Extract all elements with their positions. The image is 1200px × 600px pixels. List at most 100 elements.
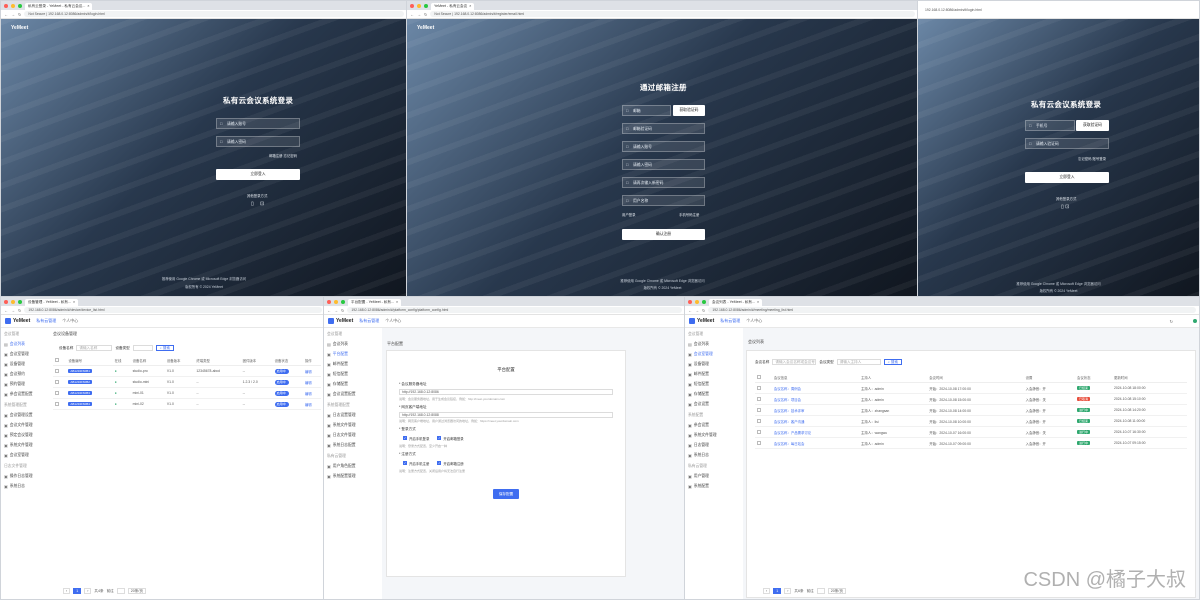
dingtalk-login-icon[interactable]: ⊡ bbox=[260, 201, 264, 207]
meeting-name-link[interactable]: 会议名称：技术评审 bbox=[771, 404, 860, 416]
sidebar-item[interactable]: ▣ 系统文件管理 bbox=[685, 430, 741, 440]
display-name-input[interactable]: 用户名称 bbox=[622, 195, 705, 206]
close-icon[interactable]: × bbox=[469, 3, 471, 10]
meeting-name-link[interactable]: 会议名称：客户沟通 bbox=[771, 415, 860, 427]
edit-link[interactable]: 编辑 bbox=[302, 398, 321, 410]
close-icon[interactable]: × bbox=[396, 299, 398, 306]
login-button[interactable]: 立即登入 bbox=[216, 169, 300, 180]
reload-icon[interactable]: ↻ bbox=[424, 12, 427, 17]
nav-private-cloud[interactable]: 私有云管理 bbox=[359, 318, 379, 324]
sidebar-item[interactable]: ▣ 系统配置 bbox=[685, 481, 741, 491]
browser-tab[interactable]: YeMeet - 私有云会议 × bbox=[431, 3, 475, 10]
goto-input[interactable] bbox=[116, 588, 125, 594]
sidebar-item[interactable]: ▣ 会议室管理 bbox=[1, 349, 51, 359]
sidebar-item[interactable]: ▣ 日志设置管理 bbox=[324, 410, 379, 420]
confirm-password-input[interactable]: 请再次输入新密码 bbox=[622, 177, 705, 188]
sidebar-item[interactable]: ▣ 邮件配置 bbox=[324, 359, 379, 369]
sidebar-item[interactable]: ▣ 系统文件管理 bbox=[1, 440, 51, 450]
menu-group[interactable]: 会议管理 bbox=[324, 328, 379, 339]
phone-register-checkbox[interactable]: ✓ 开启手机注册 bbox=[403, 461, 429, 466]
url-field[interactable]: Not Secure | 192.168.0.12:8086/admin/#/r… bbox=[430, 11, 915, 17]
row-checkbox[interactable] bbox=[757, 385, 761, 390]
password-input[interactable]: 请输入密码 bbox=[216, 136, 300, 147]
password-input[interactable]: 请输入密码 bbox=[622, 159, 705, 170]
wechat-login-icon[interactable]: ▯ bbox=[251, 201, 254, 207]
nav-profile[interactable]: 个人中心 bbox=[385, 318, 401, 324]
url-field[interactable]: 192.168.0.12:8086/admin/#/platform_confi… bbox=[347, 307, 682, 313]
sidebar-item[interactable]: ▤ 会议列表 bbox=[685, 339, 741, 349]
sidebar-item[interactable]: ▤ 会议列表 bbox=[324, 339, 379, 349]
sidebar-item[interactable]: ▣ 系统日志 bbox=[685, 450, 741, 460]
save-config-button[interactable]: 保存配置 bbox=[493, 489, 519, 499]
sidebar-item[interactable]: ▣ 会议设置 bbox=[685, 399, 741, 409]
next-page-button[interactable]: › bbox=[784, 588, 792, 594]
back-icon[interactable]: ← bbox=[4, 308, 8, 313]
username-input[interactable]: 请输入账号 bbox=[216, 118, 300, 129]
row-checkbox[interactable] bbox=[757, 440, 761, 445]
menu-group[interactable]: 系统管理配置 bbox=[1, 399, 51, 410]
prev-page-button[interactable]: ‹ bbox=[63, 588, 71, 594]
login-button[interactable]: 立即登入 bbox=[1025, 172, 1109, 183]
wechat-login-icon[interactable]: ▯ ⊡ bbox=[1061, 204, 1069, 210]
sidebar-item[interactable]: ▣ 会议预约 bbox=[1, 369, 51, 379]
sidebar-item[interactable]: ▣ 预定会议管理 bbox=[1, 430, 51, 440]
edit-link[interactable]: 编辑 bbox=[302, 365, 321, 377]
edit-link[interactable]: 编辑 bbox=[302, 376, 321, 388]
reload-icon[interactable]: ↻ bbox=[702, 308, 705, 313]
meeting-name-input[interactable]: 请输入会议名称或会议号 bbox=[772, 359, 817, 365]
forward-icon[interactable]: → bbox=[11, 12, 15, 17]
search-button[interactable]: ⌕ 搜索 bbox=[883, 359, 902, 365]
device-name-input[interactable]: 请输入名称 bbox=[76, 345, 113, 351]
page-size-select[interactable]: 20条/页 bbox=[827, 588, 846, 594]
sidebar-item[interactable]: ▣ 存储配置 bbox=[685, 389, 741, 399]
get-code-button[interactable]: 获取验证码 bbox=[1076, 120, 1109, 131]
forward-icon[interactable]: → bbox=[417, 12, 421, 17]
url-field[interactable]: 192.168.0.12:8086/admin/#/meeting/meetin… bbox=[708, 307, 1196, 313]
email-login-checkbox[interactable]: ✓ 开启邮箱登录 bbox=[437, 436, 464, 441]
email-input[interactable]: 邮箱 bbox=[622, 105, 671, 116]
nav-profile[interactable]: 个人中心 bbox=[62, 318, 78, 324]
phone-register-link[interactable]: 手机号码注册 bbox=[679, 212, 699, 217]
close-icon[interactable]: × bbox=[757, 299, 759, 306]
status-toggle[interactable]: 启用中 bbox=[274, 379, 289, 385]
sidebar-item[interactable]: ▣ 参会设置 bbox=[685, 420, 741, 430]
url-field[interactable]: 192.168.0.12:8086/admin/#/device/device_… bbox=[24, 307, 322, 313]
email-register-checkbox[interactable]: ✓ 开启邮箱注册 bbox=[437, 461, 464, 466]
login-links[interactable]: 邮箱注册 忘记密码 bbox=[269, 153, 297, 158]
status-toggle[interactable]: 启用中 bbox=[274, 390, 289, 396]
search-button[interactable]: ⌕ 搜索 bbox=[155, 345, 174, 351]
phone-login-checkbox[interactable]: ✓ 开启手机登录 bbox=[403, 436, 429, 441]
browser-tab[interactable]: 会议列表 - YeMeet - 私有... × bbox=[709, 299, 763, 306]
email-code-input[interactable]: 邮箱验证码 bbox=[622, 123, 705, 134]
sidebar-item[interactable]: ▣ 会议设置配置 bbox=[324, 389, 379, 399]
reload-icon[interactable]: ↻ bbox=[341, 308, 344, 313]
sms-code-input[interactable]: 请输入验证码 bbox=[1025, 138, 1109, 149]
sidebar-item[interactable]: ▣ 操作日志管理 bbox=[1, 471, 51, 481]
device-type-select[interactable] bbox=[132, 345, 153, 351]
web-client-input[interactable]: http://192.168.0.12:8088 bbox=[399, 411, 613, 418]
page-button[interactable]: 1 bbox=[773, 588, 782, 594]
sidebar-item[interactable]: ▣ 日志文件管理 bbox=[324, 430, 379, 440]
sidebar-item[interactable]: ▣ 用户管理 bbox=[685, 471, 741, 481]
sidebar-item[interactable]: ▣ 系统日志配置 bbox=[324, 440, 379, 450]
select-all-checkbox[interactable] bbox=[55, 358, 59, 362]
sidebar-item[interactable]: ▣ 会议管理设置 bbox=[1, 410, 51, 420]
back-icon[interactable]: ← bbox=[688, 308, 692, 313]
menu-group[interactable]: 系统管理配置 bbox=[324, 399, 379, 410]
sidebar-item[interactable]: ▣ 预约管理 bbox=[1, 379, 51, 389]
sidebar-item[interactable]: ▣ 邮件配置 bbox=[685, 369, 741, 379]
register-submit-button[interactable]: 确认注册 bbox=[622, 229, 705, 240]
nav-private-cloud[interactable]: 私有云管理 bbox=[720, 318, 740, 324]
edit-link[interactable]: 编辑 bbox=[302, 387, 321, 399]
meeting-name-link[interactable]: 会议名称：每日站会 bbox=[771, 437, 860, 449]
sidebar-item[interactable]: ▣ 设备管理 bbox=[1, 359, 51, 369]
reload-icon[interactable]: ↻ bbox=[18, 12, 21, 17]
url-field[interactable]: Not Secure | 192.168.0.12:8086/admin/#/l… bbox=[24, 11, 404, 17]
row-checkbox[interactable] bbox=[55, 401, 59, 406]
sidebar-item[interactable]: ▣ 会议室管理 bbox=[1, 450, 51, 460]
forward-icon[interactable]: → bbox=[334, 308, 338, 313]
page-button[interactable]: 1 bbox=[73, 588, 82, 594]
sidebar-item[interactable]: ▣ 存储配置 bbox=[324, 379, 379, 389]
menu-group[interactable]: 私有云管理 bbox=[685, 460, 741, 471]
login-links[interactable]: 忘记密码 账号登录 bbox=[1078, 156, 1106, 161]
